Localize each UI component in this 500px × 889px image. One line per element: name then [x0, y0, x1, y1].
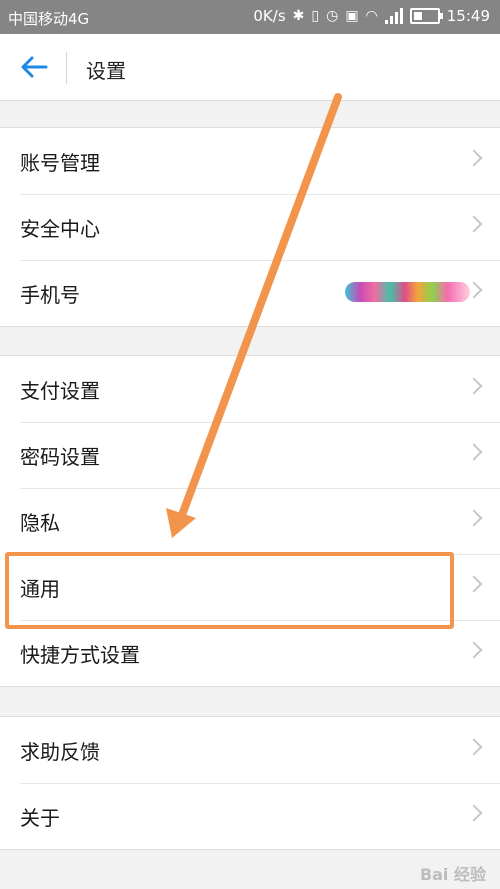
- chevron-right-icon: [465, 738, 483, 756]
- signal-icon: [384, 8, 403, 24]
- chevron-right-icon: [465, 443, 483, 461]
- settings-group-general: 支付设置 密码设置 隐私 通用 快捷方式设置: [0, 355, 500, 687]
- settings-group-account: 账号管理 安全中心 手机号: [0, 127, 500, 327]
- carrier-label: 中国移动4G: [8, 10, 90, 28]
- header-divider: [66, 52, 67, 84]
- status-icons: 0K/s ✱ ▯ ◷ ▣ ◠ 15:49: [253, 7, 490, 25]
- annotation-highlight-box: [5, 552, 454, 629]
- chevron-right-icon: [465, 149, 483, 167]
- phone-number-masked: [345, 282, 470, 302]
- settings-item-label: 关于: [20, 806, 60, 830]
- settings-item-label: 密码设置: [20, 445, 100, 469]
- vibrate-icon: ▯: [311, 8, 320, 24]
- battery-icon: [409, 8, 443, 24]
- chevron-right-icon: [465, 804, 483, 822]
- settings-item-payment[interactable]: 支付设置: [0, 356, 500, 422]
- settings-item-security[interactable]: 安全中心: [0, 194, 500, 260]
- wifi-icon: ◠: [365, 8, 378, 24]
- status-bar: 中国移动4G 0K/s ✱ ▯ ◷ ▣ ◠ 15:49: [0, 0, 500, 34]
- settings-item-label: 安全中心: [20, 217, 100, 241]
- bluetooth-icon: ✱: [292, 8, 305, 24]
- network-speed: 0K/s: [253, 7, 286, 25]
- hd-icon: ▣: [345, 8, 359, 24]
- chevron-right-icon: [465, 575, 483, 593]
- settings-item-label: 快捷方式设置: [20, 643, 140, 667]
- chevron-right-icon: [465, 641, 483, 659]
- chevron-right-icon: [465, 215, 483, 233]
- settings-item-account[interactable]: 账号管理: [0, 128, 500, 194]
- clock: 15:49: [446, 7, 490, 25]
- watermark: Bai 经验: [419, 865, 486, 884]
- settings-item-label: 隐私: [20, 511, 60, 535]
- alarm-icon: ◷: [326, 8, 339, 24]
- app-header: 设置: [0, 34, 500, 101]
- page-title: 设置: [86, 59, 126, 83]
- settings-item-label: 账号管理: [20, 151, 100, 175]
- settings-item-phone[interactable]: 手机号: [0, 260, 500, 326]
- chevron-right-icon: [465, 509, 483, 527]
- settings-group-help: 求助反馈 关于: [0, 716, 500, 850]
- settings-item-label: 求助反馈: [20, 740, 100, 764]
- settings-item-about[interactable]: 关于: [0, 783, 500, 849]
- settings-item-privacy[interactable]: 隐私: [0, 488, 500, 554]
- settings-item-label: 手机号: [20, 283, 80, 307]
- chevron-right-icon: [465, 377, 483, 395]
- arrow-left-icon[interactable]: [18, 52, 50, 82]
- settings-item-label: 支付设置: [20, 379, 100, 403]
- settings-item-shortcuts[interactable]: 快捷方式设置: [0, 620, 500, 686]
- settings-item-password[interactable]: 密码设置: [0, 422, 500, 488]
- settings-item-feedback[interactable]: 求助反馈: [0, 717, 500, 783]
